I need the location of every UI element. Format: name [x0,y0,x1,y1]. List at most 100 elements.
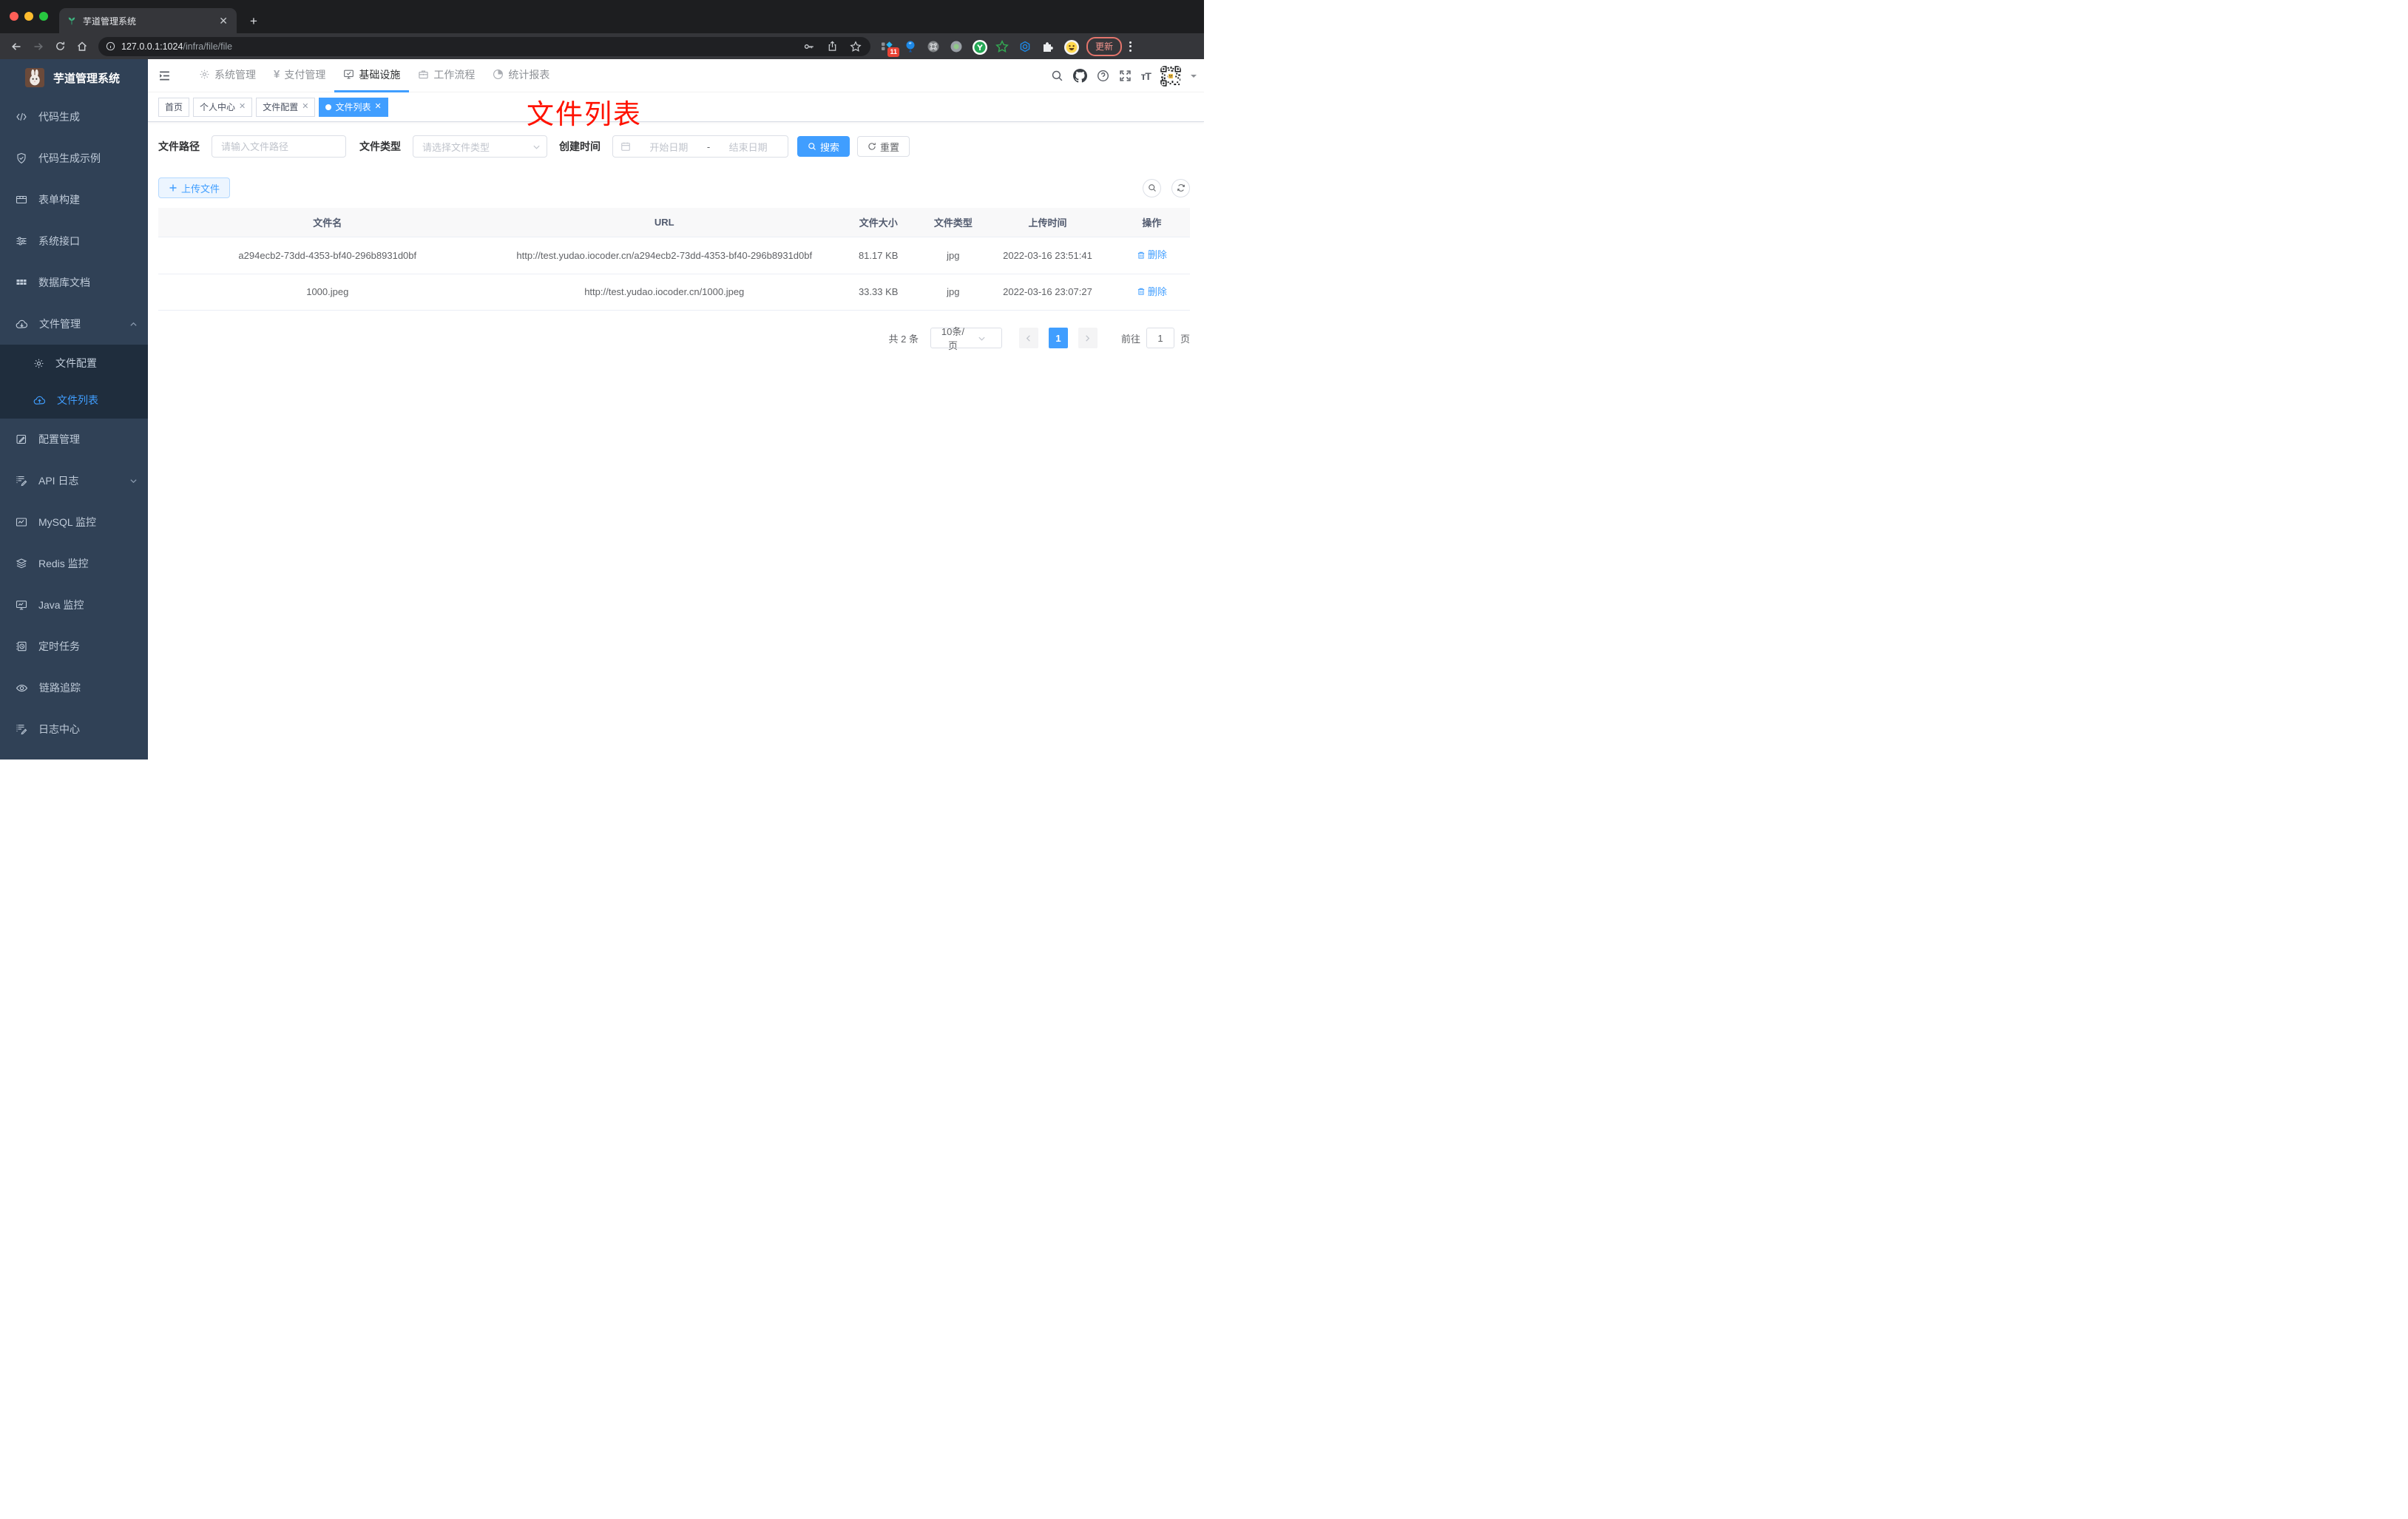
address-bar[interactable]: 127.0.0.1:1024/infra/file/file [98,36,870,56]
file-path-input[interactable] [212,135,346,158]
top-menu-payment[interactable]: ¥ 支付管理 [265,59,334,92]
extension-eye-rings-icon[interactable] [1018,40,1032,53]
extension-gray-circle-icon[interactable] [950,40,963,53]
bookmark-star-icon[interactable] [850,40,862,53]
user-avatar-qr[interactable] [1160,65,1181,87]
current-page-button[interactable]: 1 [1048,328,1068,348]
goto-page-input[interactable] [1146,328,1174,348]
sidebar-item-scheduled-tasks[interactable]: 定时任务 [0,626,148,667]
tag-file-config[interactable]: 文件配置 ✕ [256,97,316,117]
extension-puzzle-icon[interactable] [1041,40,1055,53]
sidebar-item-db-doc[interactable]: 数据库文档 [0,262,148,303]
search-icon[interactable] [1051,70,1063,82]
pagination: 共 2 条 10条/页 1 前往 页 [158,326,1191,351]
top-menu-label: 系统管理 [214,68,256,81]
edit-square-icon [16,433,27,445]
browser-tab-strip: 芋道管理系统 ✕ + [0,0,1204,33]
prev-page-button[interactable] [1018,328,1038,348]
tab-close-icon[interactable]: ✕ [217,14,229,27]
sidebar-item-label: 文件列表 [57,394,98,406]
sidebar-item-file-config[interactable]: 文件配置 [0,345,148,382]
tag-file-list[interactable]: 文件列表 ✕ [319,97,388,117]
help-icon[interactable] [1097,70,1109,82]
goto-label: 前往 [1120,333,1140,345]
app-logo-row[interactable]: 芋道管理系统 [0,59,148,96]
upload-file-button[interactable]: 上传文件 [158,177,231,198]
tag-close-icon[interactable]: ✕ [302,103,308,111]
page-size-value: 10条/页 [941,326,964,351]
top-menu-infrastructure[interactable]: 基础设施 [334,59,410,92]
reset-button-label: 重置 [880,141,900,153]
file-type-select[interactable]: 请选择文件类型 [413,135,547,158]
forward-button[interactable] [33,41,44,53]
sidebar-item-api-log[interactable]: API 日志 [0,460,148,501]
file-management-submenu: 文件配置 文件列表 [0,345,148,419]
sidebar-item-label: 代码生成 [38,111,80,123]
site-info-icon[interactable] [106,41,115,51]
fullscreen-icon[interactable] [1119,70,1132,82]
end-date-placeholder[interactable]: 结束日期 [716,140,780,154]
extension-y-icon[interactable] [973,39,987,55]
pie-chart-icon [493,69,504,80]
sidebar-item-code-example[interactable]: 代码生成示例 [0,138,148,179]
sidebar-item-log-center[interactable]: 日志中心 [0,708,148,750]
extension-badge: 11 [887,47,899,57]
browser-update-button[interactable]: 更新 [1086,36,1123,56]
page-content: 文件路径 文件类型 请选择文件类型 创建时间 开始日期 - 结束日期 [148,122,1204,351]
tag-close-icon[interactable]: ✕ [375,103,382,111]
browser-menu-icon[interactable] [1126,38,1134,55]
share-icon[interactable] [827,41,838,52]
sidebar-item-system-api[interactable]: 系统接口 [0,220,148,262]
tag-home[interactable]: 首页 [158,97,190,117]
show-search-button[interactable] [1143,178,1161,197]
page-size-select[interactable]: 10条/页 [930,326,1002,351]
avatar-caret-icon[interactable] [1191,74,1197,81]
sidebar-item-file-list[interactable]: 文件列表 [0,382,148,419]
browser-tab[interactable]: 芋道管理系统 ✕ [59,8,237,33]
sidebar-item-mysql-monitor[interactable]: MySQL 监控 [0,501,148,543]
tag-label: 个人中心 [200,102,236,112]
sidebar-toggle-icon[interactable] [148,70,178,82]
new-tab-button[interactable]: + [246,13,262,29]
refresh-table-button[interactable] [1171,178,1190,197]
tag-profile[interactable]: 个人中心 ✕ [193,97,253,117]
next-page-button[interactable] [1078,328,1098,348]
cloud-upload-icon [33,394,46,407]
sidebar: 芋道管理系统 代码生成 代码生成示例 表单构建 系统接口 数据库文档 文件管理 … [0,59,148,760]
delete-button[interactable]: 删除 [1137,283,1167,300]
sidebar-item-code-generation[interactable]: 代码生成 [0,96,148,138]
reset-button[interactable]: 重置 [857,136,910,157]
github-icon[interactable] [1072,69,1087,83]
date-range-picker[interactable]: 开始日期 - 结束日期 [612,135,788,158]
delete-button[interactable]: 删除 [1137,246,1167,263]
sidebar-item-config-management[interactable]: 配置管理 [0,419,148,460]
extension-balloon-icon[interactable] [904,40,917,53]
home-button[interactable] [76,41,88,53]
site-favicon-icon [67,16,77,26]
cell-url: http://test.yudao.iocoder.cn/1000.jpeg [496,274,832,311]
font-size-icon[interactable]: ᴛT [1141,70,1151,82]
extension-emoji-icon[interactable] [1064,39,1079,55]
top-menu-reports[interactable]: 统计报表 [484,59,558,92]
search-button[interactable]: 搜索 [797,136,850,157]
sidebar-item-java-monitor[interactable]: Java 监控 [0,584,148,626]
close-window-button[interactable] [10,12,18,21]
minimize-window-button[interactable] [24,12,33,21]
start-date-placeholder[interactable]: 开始日期 [637,140,701,154]
sidebar-item-form-builder[interactable]: 表单构建 [0,179,148,220]
top-menu-workflow[interactable]: 工作流程 [409,59,484,92]
sidebar-item-redis-monitor[interactable]: Redis 监控 [0,543,148,584]
reload-button[interactable] [55,41,66,52]
browser-toolbar: 127.0.0.1:1024/infra/file/file 11 更新 [0,33,1204,59]
extension-command-icon[interactable] [927,40,940,53]
password-key-icon[interactable] [803,41,815,53]
sidebar-item-tracing[interactable]: 链路追踪 [0,667,148,708]
extension-blue-diamond-icon[interactable]: 11 [881,40,899,57]
back-button[interactable] [10,41,22,53]
zoom-window-button[interactable] [39,12,48,21]
top-menu-system[interactable]: 系统管理 [190,59,265,92]
tag-close-icon[interactable]: ✕ [239,103,246,111]
extension-green-star-icon[interactable] [995,39,1009,53]
delete-label: 删除 [1147,285,1167,297]
sidebar-item-file-management[interactable]: 文件管理 [0,303,148,345]
